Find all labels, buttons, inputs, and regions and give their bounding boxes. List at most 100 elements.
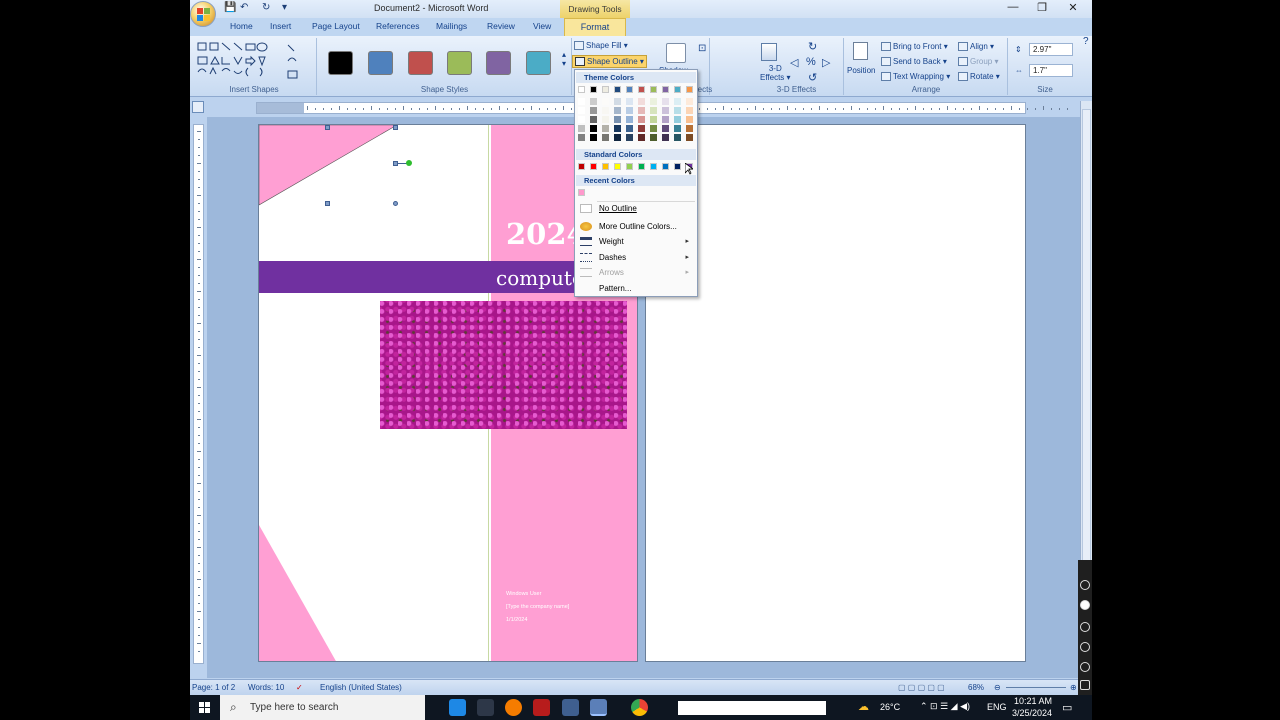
shape-height-input[interactable]: 2.97" bbox=[1029, 43, 1073, 56]
theme-shade-swatch[interactable] bbox=[638, 98, 645, 105]
theme-shade-swatch[interactable] bbox=[578, 107, 585, 114]
save-icon[interactable]: 💾 bbox=[224, 2, 236, 15]
customize-qat-icon[interactable]: ▾ bbox=[282, 2, 287, 15]
bottom-triangle-shape[interactable] bbox=[259, 525, 339, 662]
tab-review[interactable]: Review bbox=[487, 21, 515, 31]
style-swatch[interactable] bbox=[486, 51, 511, 75]
theme-shade-swatch[interactable] bbox=[626, 116, 633, 123]
theme-color-swatch[interactable] bbox=[602, 86, 609, 93]
style-swatch[interactable] bbox=[408, 51, 433, 75]
theme-shade-swatch[interactable] bbox=[686, 98, 693, 105]
rotation-handle[interactable] bbox=[406, 160, 412, 166]
tilt-left-icon[interactable]: ◁ bbox=[790, 56, 798, 69]
theme-shade-swatch[interactable] bbox=[590, 125, 597, 132]
minimize-button[interactable]: — bbox=[998, 1, 1028, 17]
theme-shade-swatch[interactable] bbox=[614, 134, 621, 141]
input-language[interactable]: ENG bbox=[987, 702, 1007, 712]
record-icon[interactable] bbox=[1080, 600, 1090, 610]
page-count[interactable]: Page: 1 of 2 bbox=[192, 683, 235, 692]
rotate-button[interactable]: Rotate ▾ bbox=[958, 72, 1000, 82]
standard-color-swatch[interactable] bbox=[638, 163, 645, 170]
theme-shade-swatch[interactable] bbox=[638, 107, 645, 114]
resize-handle[interactable] bbox=[393, 201, 398, 206]
send-to-back-button[interactable]: Send to Back ▾ bbox=[881, 57, 947, 67]
cover-company[interactable]: [Type the company name] bbox=[506, 604, 569, 610]
theme-shade-swatch[interactable] bbox=[662, 125, 669, 132]
dashes-item[interactable]: Dashes ▸ bbox=[576, 250, 696, 265]
theme-shade-swatch[interactable] bbox=[650, 107, 657, 114]
tilt-up-icon[interactable]: ↻ bbox=[808, 40, 817, 53]
chrome-icon[interactable] bbox=[631, 699, 648, 716]
cover-date[interactable]: 1/1/2024 bbox=[506, 617, 527, 623]
recent-color-swatch[interactable] bbox=[578, 189, 585, 196]
theme-color-swatch[interactable] bbox=[590, 86, 597, 93]
tab-insert[interactable]: Insert bbox=[270, 21, 291, 31]
flower-image[interactable] bbox=[380, 301, 627, 429]
office-button[interactable] bbox=[190, 1, 216, 27]
theme-shade-swatch[interactable] bbox=[602, 125, 609, 132]
theme-shade-swatch[interactable] bbox=[578, 98, 585, 105]
theme-color-swatch[interactable] bbox=[614, 86, 621, 93]
toggle-3d-icon[interactable]: % bbox=[806, 56, 816, 68]
standard-color-swatch[interactable] bbox=[650, 163, 657, 170]
nudge-shadow-icon[interactable]: ⊡ bbox=[698, 43, 706, 54]
tab-references[interactable]: References bbox=[376, 21, 419, 31]
camera-icon[interactable] bbox=[1080, 580, 1090, 590]
theme-color-swatch[interactable] bbox=[662, 86, 669, 93]
weight-item[interactable]: Weight ▸ bbox=[576, 234, 696, 249]
theme-shade-swatch[interactable] bbox=[686, 116, 693, 123]
app-icon[interactable] bbox=[477, 699, 494, 716]
theme-color-swatch[interactable] bbox=[686, 86, 693, 93]
zoom-slider[interactable] bbox=[1006, 687, 1066, 688]
theme-color-swatch[interactable] bbox=[674, 86, 681, 93]
tab-mailings[interactable]: Mailings bbox=[436, 21, 467, 31]
theme-shade-swatch[interactable] bbox=[662, 107, 669, 114]
position-icon[interactable] bbox=[853, 42, 868, 60]
theme-color-swatch[interactable] bbox=[578, 86, 585, 93]
theme-shade-swatch[interactable] bbox=[578, 116, 585, 123]
gallery-scroll-icon[interactable]: ▴ ▾ bbox=[562, 50, 566, 68]
word-count[interactable]: Words: 10 bbox=[248, 683, 284, 692]
style-swatch[interactable] bbox=[328, 51, 353, 75]
align-button[interactable]: Align ▾ bbox=[958, 42, 994, 52]
temperature[interactable]: 26°C bbox=[880, 702, 900, 712]
theme-shade-swatch[interactable] bbox=[626, 98, 633, 105]
shapes-gallery[interactable] bbox=[196, 41, 306, 81]
standard-color-swatch[interactable] bbox=[674, 163, 681, 170]
theme-shade-swatch[interactable] bbox=[686, 107, 693, 114]
group-button[interactable]: Group ▾ bbox=[958, 57, 998, 67]
taskbar-address-box[interactable] bbox=[678, 701, 826, 715]
pattern-item[interactable]: Pattern... bbox=[576, 281, 696, 296]
undo-icon[interactable]: ↶ bbox=[240, 2, 248, 15]
theme-shade-swatch[interactable] bbox=[626, 125, 633, 132]
maximize-button[interactable]: ❐ bbox=[1027, 1, 1057, 17]
theme-shade-swatch[interactable] bbox=[662, 134, 669, 141]
theme-shade-swatch[interactable] bbox=[614, 107, 621, 114]
resize-handle[interactable] bbox=[325, 125, 330, 130]
microphone-icon[interactable] bbox=[1080, 622, 1090, 632]
cover-author[interactable]: Windows User bbox=[506, 591, 541, 597]
theme-shade-swatch[interactable] bbox=[602, 98, 609, 105]
theme-shade-swatch[interactable] bbox=[626, 107, 633, 114]
no-outline-item[interactable]: No Outline bbox=[576, 201, 696, 216]
page-2[interactable] bbox=[645, 124, 1026, 662]
standard-color-swatch[interactable] bbox=[662, 163, 669, 170]
proofing-icon[interactable]: ✓ bbox=[296, 683, 303, 692]
arrows-item[interactable]: Arrows ▸ bbox=[576, 265, 696, 280]
theme-shade-swatch[interactable] bbox=[602, 107, 609, 114]
theme-shade-swatch[interactable] bbox=[590, 98, 597, 105]
help-icon[interactable]: ? bbox=[1083, 36, 1089, 47]
zoom-out-icon[interactable]: ⊖ bbox=[994, 683, 1001, 692]
cover-title[interactable]: compute bbox=[496, 266, 584, 290]
tilt-right-icon[interactable]: ▷ bbox=[822, 56, 830, 69]
redo-icon[interactable]: ↻ bbox=[262, 2, 270, 15]
system-tray-icons[interactable]: ⌃ ⊡ ☰ ◢ ◀) bbox=[920, 701, 970, 712]
theme-shade-swatch[interactable] bbox=[662, 116, 669, 123]
theme-shade-swatch[interactable] bbox=[674, 107, 681, 114]
word-doc-app-icon[interactable] bbox=[590, 699, 607, 716]
shape-width-input[interactable]: 1.7" bbox=[1029, 64, 1073, 77]
theme-shade-swatch[interactable] bbox=[578, 125, 585, 132]
notification-icon[interactable]: ▭ bbox=[1062, 701, 1072, 714]
resize-handle[interactable] bbox=[325, 201, 330, 206]
settings-gear-icon[interactable] bbox=[1080, 680, 1090, 690]
